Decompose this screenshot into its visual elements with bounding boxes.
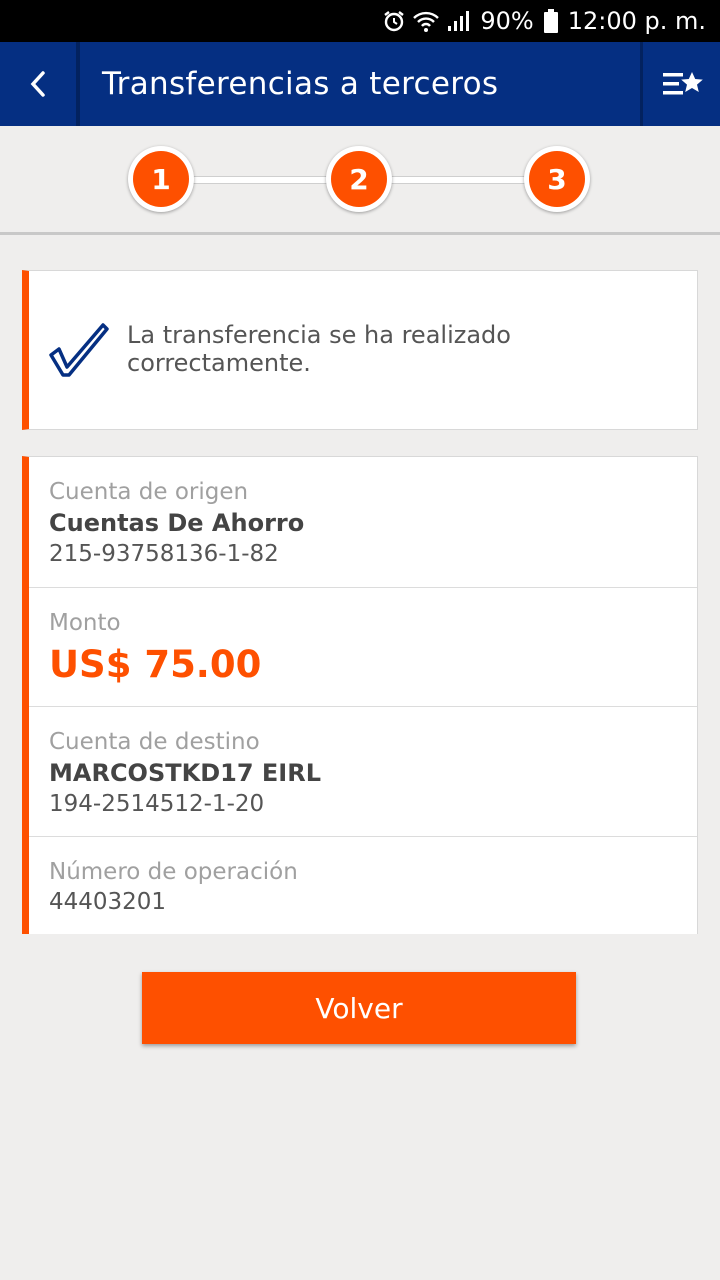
step-connector [388, 176, 528, 184]
operation-number-label: Número de operación [49, 859, 298, 885]
amount-row: Monto US$ 75.00 [29, 588, 697, 707]
app-bar: Transferencias a terceros [0, 42, 720, 126]
battery-percent: 90% [480, 7, 534, 35]
success-card: La transferencia se ha realizado correct… [22, 270, 698, 430]
step-2: 2 [326, 146, 392, 212]
success-message: La transferencia se ha realizado correct… [127, 321, 511, 377]
step-number: 2 [331, 151, 387, 207]
step-number: 3 [529, 151, 585, 207]
amount-label: Monto [49, 610, 121, 636]
step-3: 3 [524, 146, 590, 212]
origin-account-row: Cuenta de origen Cuentas De Ahorro 215-9… [29, 457, 697, 588]
origin-account-name: Cuentas De Ahorro [49, 509, 305, 537]
status-bar: 90% 12:00 p. m. [0, 0, 720, 42]
transfer-details-card: Cuenta de origen Cuentas De Ahorro 215-9… [22, 456, 698, 934]
chevron-left-icon [30, 71, 45, 97]
origin-account-number: 215-93758136-1-82 [49, 541, 279, 567]
origin-account-label: Cuenta de origen [49, 479, 249, 505]
step-number: 1 [133, 151, 189, 207]
battery-icon [543, 9, 558, 33]
step-1: 1 [128, 146, 194, 212]
destination-account-row: Cuenta de destino MARCOSTKD17 EIRL 194-2… [29, 707, 697, 837]
destination-account-number: 194-2514512-1-20 [49, 791, 265, 817]
favorites-button[interactable] [640, 42, 720, 126]
wifi-icon [413, 11, 440, 32]
list-star-icon [662, 72, 703, 95]
destination-account-name: MARCOSTKD17 EIRL [49, 759, 321, 787]
step-connector [190, 176, 330, 184]
back-button[interactable] [0, 42, 80, 126]
back-to-start-button[interactable]: Volver [142, 972, 576, 1044]
operation-number-row: Número de operación 44403201 [29, 837, 697, 935]
destination-account-label: Cuenta de destino [49, 729, 260, 755]
progress-stepper: 1 2 3 [0, 126, 720, 235]
status-icons [382, 9, 470, 33]
clock: 12:00 p. m. [567, 7, 706, 35]
amount-value: US$ 75.00 [49, 643, 262, 686]
alarm-icon [384, 11, 405, 32]
operation-number-value: 44403201 [49, 889, 167, 915]
page-title: Transferencias a terceros [102, 66, 499, 102]
check-icon [49, 323, 109, 377]
signal-icon [448, 11, 470, 31]
